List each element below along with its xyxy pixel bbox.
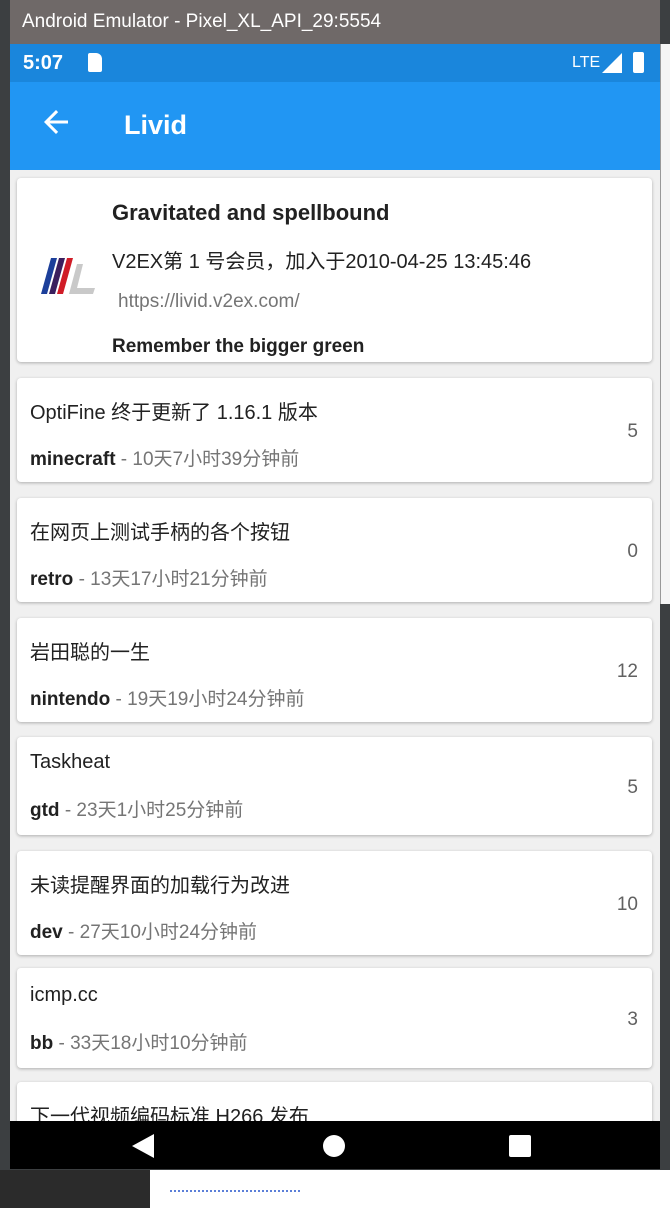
- signal-icon: [602, 53, 622, 73]
- topic-item[interactable]: Taskheat gtd - 23天1小时25分钟前 5: [17, 737, 652, 835]
- website-link[interactable]: https://livid.v2ex.com/: [118, 291, 300, 313]
- background-taskbar: [0, 1170, 670, 1208]
- background-window-edge: [660, 44, 670, 604]
- reply-count: 0: [627, 541, 638, 562]
- background-strip: [150, 1170, 670, 1208]
- avatar: [41, 258, 95, 294]
- node-name[interactable]: dev: [30, 922, 63, 943]
- topic-meta: nintendo - 19天19小时24分钟前: [30, 684, 305, 711]
- topic-title: OptiFine 终于更新了 1.16.1 版本: [30, 402, 318, 424]
- arrow-back-icon: [44, 110, 68, 134]
- topic-item[interactable]: icmp.cc bb - 33天18小时10分钟前 3: [17, 968, 652, 1068]
- topic-item[interactable]: OptiFine 终于更新了 1.16.1 版本 minecraft - 10天…: [17, 378, 652, 482]
- sd-card-icon: [88, 53, 102, 72]
- network-type: LTE: [572, 54, 601, 71]
- topic-item[interactable]: 在网页上测试手柄的各个按钮 retro - 13天17小时21分钟前 0: [17, 498, 652, 602]
- reply-count: 12: [616, 661, 638, 682]
- profile-bio: Remember the bigger green: [112, 336, 365, 357]
- topic-time: - 23天1小时25分钟前: [59, 800, 244, 821]
- node-name[interactable]: nintendo: [30, 689, 110, 710]
- square-recents-icon[interactable]: [509, 1135, 531, 1157]
- device-screen: 5:07 LTE Livid Gravitated and spellbound…: [10, 44, 660, 1169]
- battery-icon: [633, 52, 644, 73]
- topic-time: - 10天7小时39分钟前: [115, 449, 300, 470]
- app-bar: Livid: [10, 82, 660, 170]
- topic-item[interactable]: 未读提醒界面的加载行为改进 dev - 27天10小时24分钟前 10: [17, 851, 652, 955]
- reply-count: 3: [627, 1009, 638, 1030]
- back-button[interactable]: [38, 104, 74, 140]
- topic-time: - 19天19小时24分钟前: [110, 689, 305, 710]
- topic-meta: retro - 13天17小时21分钟前: [30, 564, 268, 591]
- status-time: 5:07: [23, 52, 64, 74]
- topic-time: - 33天18小时10分钟前: [53, 1033, 248, 1054]
- reply-count: 5: [627, 421, 638, 442]
- topic-meta: minecraft - 10天7小时39分钟前: [30, 444, 299, 471]
- topic-title: 未读提醒界面的加载行为改进: [30, 875, 290, 897]
- node-name[interactable]: retro: [30, 569, 73, 590]
- emulator-window-title: Android Emulator - Pixel_XL_API_29:5554: [10, 0, 660, 44]
- topic-item[interactable]: 岩田聪的一生 nintendo - 19天19小时24分钟前 12: [17, 618, 652, 722]
- profile-card: Gravitated and spellbound V2EX第 1 号会员，加入…: [17, 178, 652, 362]
- member-content: Gravitated and spellbound V2EX第 1 号会员，加入…: [10, 170, 660, 1162]
- topic-time: - 27天10小时24分钟前: [62, 922, 258, 943]
- node-name[interactable]: minecraft: [30, 449, 116, 470]
- node-name[interactable]: gtd: [30, 800, 60, 821]
- triangle-back-icon[interactable]: [132, 1134, 154, 1158]
- status-bar: 5:07 LTE: [10, 44, 660, 82]
- profile-name: Gravitated and spellbound: [112, 200, 390, 225]
- topic-meta: dev - 27天10小时24分钟前: [30, 917, 257, 944]
- topic-title: 岩田聪的一生: [30, 642, 150, 664]
- background-link-text: [170, 1182, 300, 1192]
- topic-title: Taskheat: [30, 751, 111, 773]
- circle-home-icon[interactable]: [323, 1135, 345, 1157]
- topic-meta: gtd - 23天1小时25分钟前: [30, 795, 243, 822]
- page-title: Livid: [124, 110, 188, 140]
- topic-title: icmp.cc: [30, 984, 98, 1006]
- reply-count: 5: [627, 777, 638, 798]
- topic-time: - 13天17小时21分钟前: [73, 569, 268, 590]
- topic-meta: bb - 33天18小时10分钟前: [30, 1028, 248, 1055]
- system-nav-bar: [10, 1121, 660, 1169]
- reply-count: 10: [616, 894, 638, 915]
- member-info: V2EX第 1 号会员，加入于2010-04-25 13:45:46: [112, 251, 532, 273]
- topic-title: 在网页上测试手柄的各个按钮: [30, 522, 290, 544]
- node-name[interactable]: bb: [30, 1033, 53, 1054]
